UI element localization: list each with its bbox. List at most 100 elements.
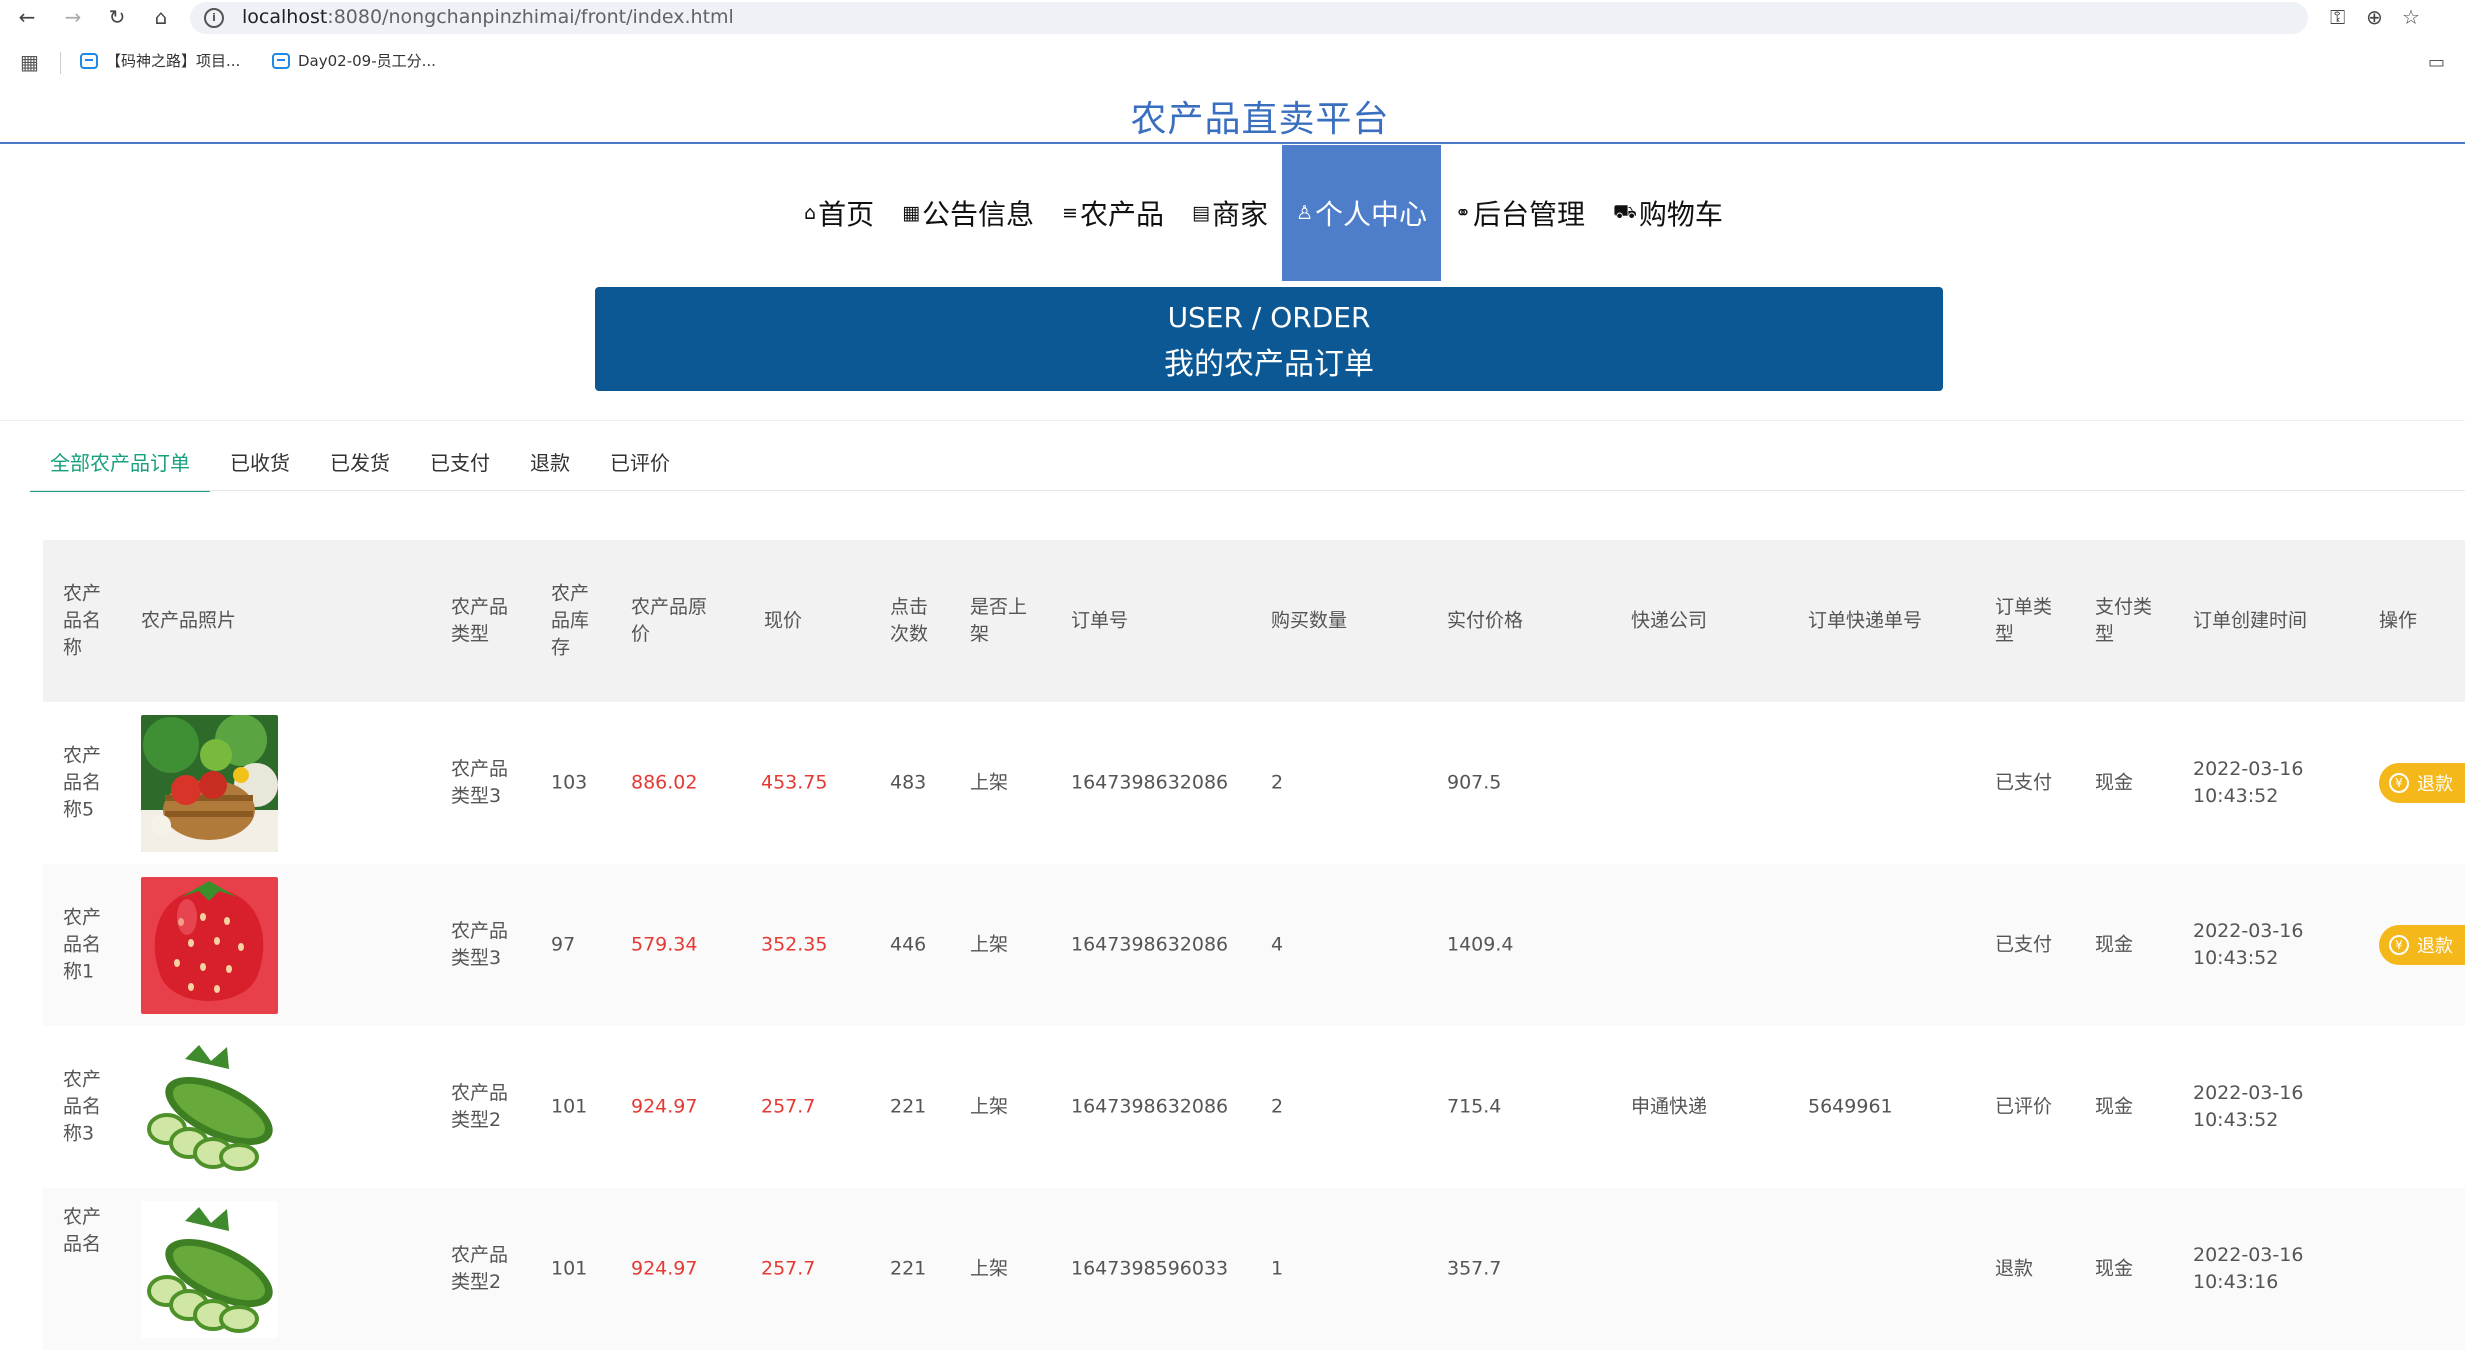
cell-orig-price: 886.02 xyxy=(631,771,698,794)
tab-received[interactable]: 已收货 xyxy=(210,448,310,490)
table-row[interactable]: 农产品名称5 农产品类型3 103 886.02 453.75 483 上架 1… xyxy=(43,702,2465,864)
address-bar[interactable]: i localhost:8080/nongchanpinzhimai/front… xyxy=(190,2,2420,34)
th-courier: 快递公司 xyxy=(1631,609,1708,632)
th-qty: 购买数量 xyxy=(1271,609,1348,632)
yen-icon: ¥ xyxy=(2389,773,2409,793)
password-key-icon[interactable]: ⚿ xyxy=(2330,5,2345,29)
th-type: 农产品类型 xyxy=(451,596,509,645)
browser-toolbar: ← → ↻ ⌂ i localhost:8080/nongchanpinzhim… xyxy=(0,0,2465,35)
bookmark-item-1[interactable]: 【码神之路】项目... xyxy=(80,50,240,71)
cell-paid: 357.7 xyxy=(1447,1257,1502,1280)
nav-item-profile[interactable]: ♙ 个人中心 xyxy=(1281,145,1442,281)
back-icon[interactable]: ← xyxy=(14,4,40,30)
site-info-icon[interactable]: i xyxy=(204,8,224,28)
home-icon: ⌂ xyxy=(804,202,817,224)
nav-item-notice[interactable]: ▦ 公告信息 xyxy=(888,145,1048,281)
bookmark-star-icon[interactable]: ☆ xyxy=(2402,5,2420,29)
reload-icon[interactable]: ↻ xyxy=(104,4,130,30)
tab-paid[interactable]: 已支付 xyxy=(410,448,510,490)
cell-name: 农产品名 xyxy=(63,1206,102,1255)
cell-stock: 101 xyxy=(551,1257,588,1280)
apps-grid-icon[interactable]: ▦ xyxy=(20,50,39,74)
table-row[interactable]: 农产品名称3 农产品类型2 101 924.97 257.7 221 上架 16… xyxy=(43,1026,2465,1188)
cell-date: 2022-03-16 xyxy=(2193,1244,2304,1266)
cell-qty: 2 xyxy=(1271,1095,1284,1118)
home-icon[interactable]: ⌂ xyxy=(148,4,174,30)
table-row[interactable]: 农产品名称1 农产品类型3 97 579.34 352.35 446 上架 16… xyxy=(43,864,2465,1026)
tab-reviewed[interactable]: 已评价 xyxy=(590,448,690,490)
nav-label: 公告信息 xyxy=(922,198,1035,231)
product-photo-cucumber[interactable] xyxy=(141,1201,278,1338)
refund-button[interactable]: ¥ 退款 xyxy=(2379,763,2465,803)
cell-time: 10:43:52 xyxy=(2193,947,2279,969)
cell-time: 10:43:16 xyxy=(2193,1271,2279,1293)
refund-button[interactable]: ¥ 退款 xyxy=(2379,925,2465,965)
cell-date: 2022-03-16 xyxy=(2193,758,2304,780)
cell-stock: 101 xyxy=(551,1095,588,1118)
bookmarks-divider xyxy=(60,52,61,74)
cell-orig-price: 924.97 xyxy=(631,1257,698,1280)
cell-clicks: 483 xyxy=(890,771,927,794)
link-icon: ⚭ xyxy=(1455,202,1471,224)
cell-name: 农产品名称1 xyxy=(63,906,102,983)
cell-created: 2022-03-16 10:43:52 xyxy=(2193,918,2303,972)
cell-status: 退款 xyxy=(1995,1257,2034,1280)
table-row[interactable]: 农产品名 农产品类型2 101 924.97 257.7 221 上架 1647… xyxy=(43,1188,2465,1350)
cell-order-no: 1647398632086 xyxy=(1071,1095,1229,1118)
clipboard-icon: ▤ xyxy=(1191,202,1210,224)
cell-pay-type: 现金 xyxy=(2095,933,2134,956)
cell-qty: 1 xyxy=(1271,1257,1284,1280)
th-clicks: 点击次数 xyxy=(890,596,929,645)
refund-label: 退款 xyxy=(2417,774,2453,795)
nav-label: 首页 xyxy=(818,198,875,231)
cell-price: 453.75 xyxy=(761,771,828,794)
nav-item-home[interactable]: ⌂ 首页 xyxy=(790,145,888,281)
cell-listed: 上架 xyxy=(970,771,1009,794)
product-photo-cucumber[interactable] xyxy=(141,1039,278,1176)
th-action: 操作 xyxy=(2379,609,2418,632)
nav-label: 商家 xyxy=(1211,198,1268,231)
th-order-no: 订单号 xyxy=(1071,609,1129,632)
zoom-icon[interactable]: ⊕ xyxy=(2366,5,2383,29)
tab-all-orders[interactable]: 全部农产品订单 xyxy=(30,448,210,492)
url-text[interactable]: localhost:8080/nongchanpinzhimai/front/i… xyxy=(242,6,734,28)
cell-order-no: 1647398632086 xyxy=(1071,933,1229,956)
cell-price: 257.7 xyxy=(761,1257,816,1280)
cell-type: 农产品类型3 xyxy=(451,758,509,807)
th-price: 现价 xyxy=(764,609,803,632)
cell-type: 农产品类型2 xyxy=(451,1082,509,1131)
cell-created: 2022-03-16 10:43:52 xyxy=(2193,1080,2303,1134)
bookmark-label: 【码神之路】项目... xyxy=(106,52,241,70)
cell-date: 2022-03-16 xyxy=(2193,1082,2304,1104)
product-photo-strawberry[interactable] xyxy=(141,877,278,1014)
cell-tracking: 5649961 xyxy=(1808,1095,1893,1118)
cell-clicks: 221 xyxy=(890,1095,927,1118)
banner-title: 我的农产品订单 xyxy=(1164,347,1374,382)
tab-shipped[interactable]: 已发货 xyxy=(310,448,410,490)
cell-stock: 97 xyxy=(551,933,576,956)
cell-qty: 4 xyxy=(1271,933,1284,956)
nav-label: 农产品 xyxy=(1079,198,1164,231)
forward-icon[interactable]: → xyxy=(60,4,86,30)
cell-price: 352.35 xyxy=(761,933,828,956)
nav-item-cart[interactable]: ⛟ 购物车 xyxy=(1599,145,1737,281)
cell-pay-type: 现金 xyxy=(2095,1095,2134,1118)
product-photo-vegetables[interactable] xyxy=(141,715,278,852)
th-name: 农产品名称 xyxy=(63,582,102,659)
main-nav: ⌂ 首页 ▦ 公告信息 ≡ 农产品 ▤ 商家 ♙ 个人中心 ⚭ 后台管理 ⛟ 购物车 xyxy=(790,145,1737,281)
cell-type: 农产品类型3 xyxy=(451,920,509,969)
nav-label: 个人中心 xyxy=(1315,198,1428,231)
cell-time: 10:43:52 xyxy=(2193,1109,2279,1131)
nav-item-products[interactable]: ≡ 农产品 xyxy=(1048,145,1178,281)
tab-refund[interactable]: 退款 xyxy=(510,448,590,490)
cell-orig-price: 579.34 xyxy=(631,933,698,956)
cell-listed: 上架 xyxy=(970,1095,1009,1118)
nav-label: 购物车 xyxy=(1638,198,1723,231)
order-tabs: 全部农产品订单 已收货 已发货 已支付 退款 已评价 xyxy=(30,448,690,492)
nav-item-admin[interactable]: ⚭ 后台管理 xyxy=(1441,145,1599,281)
folder-icon[interactable]: ▭ xyxy=(2428,52,2445,73)
cell-clicks: 221 xyxy=(890,1257,927,1280)
nav-item-merchants[interactable]: ▤ 商家 xyxy=(1178,145,1282,281)
bookmark-item-2[interactable]: Day02-09-员工分... xyxy=(272,50,436,71)
cell-status: 已支付 xyxy=(1995,933,2053,956)
